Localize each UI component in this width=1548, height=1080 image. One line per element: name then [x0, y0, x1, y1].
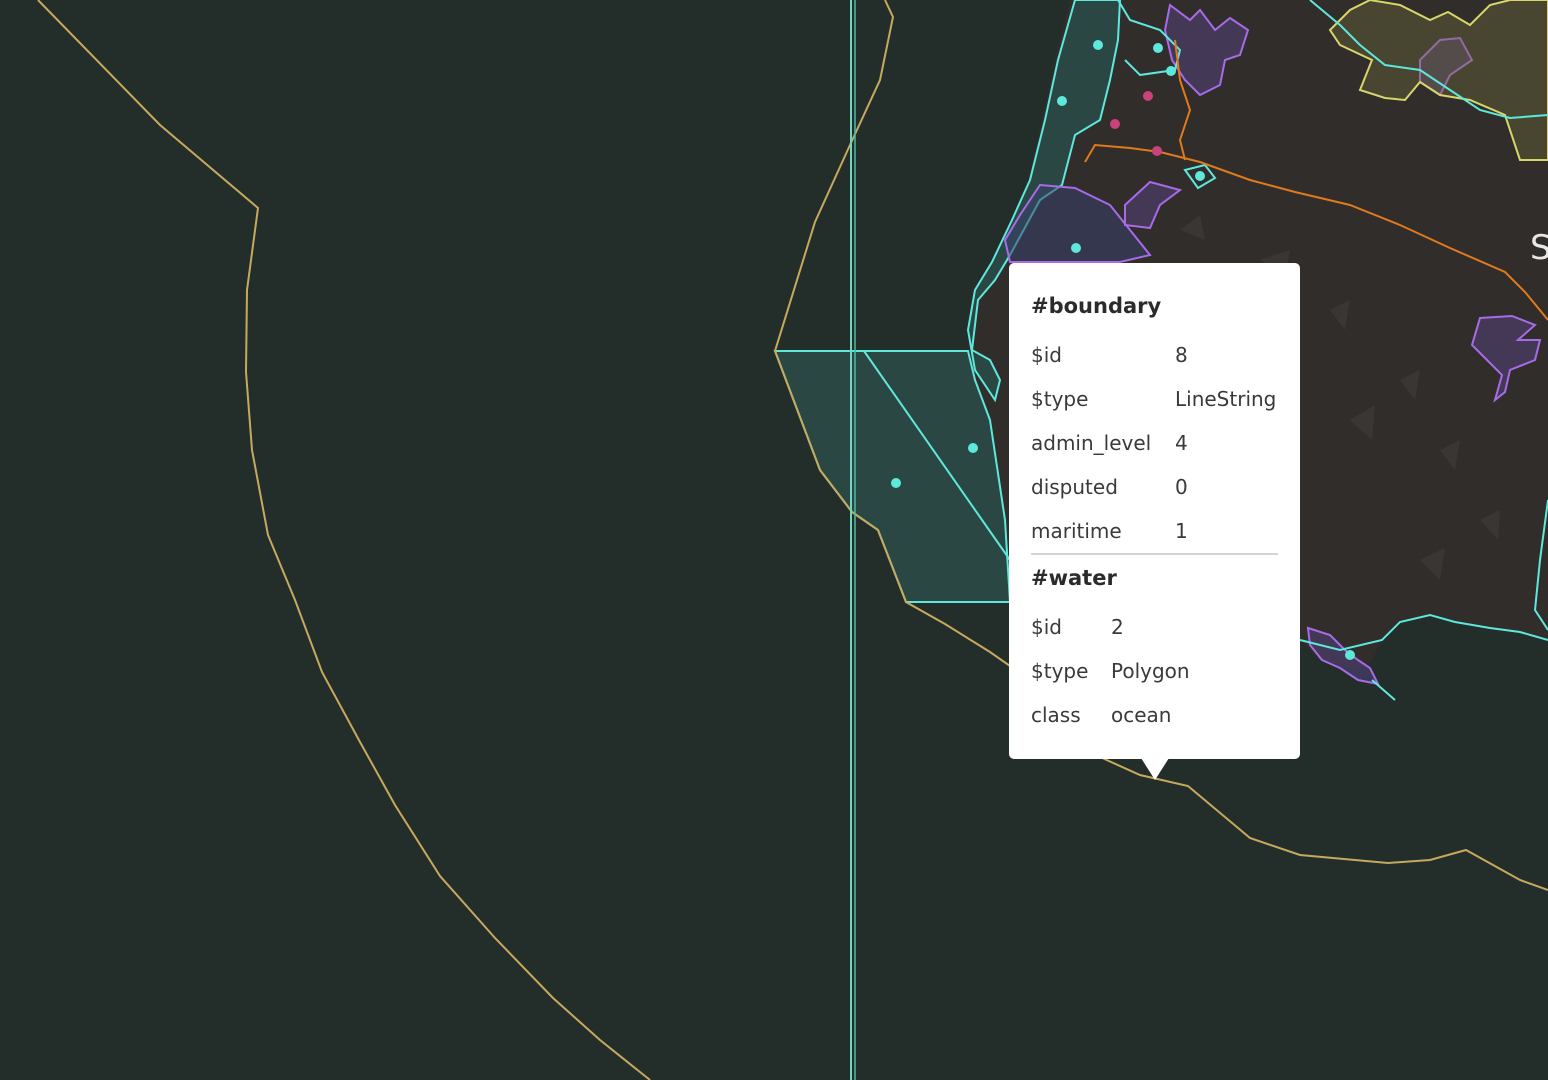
property-value: 0	[1175, 475, 1188, 499]
property-value: 8	[1175, 343, 1188, 367]
property-row: class ocean	[1031, 693, 1278, 737]
layer-section-boundary: #boundary $id 8 $type LineString admin_l…	[1031, 289, 1278, 553]
property-value: 2	[1111, 615, 1124, 639]
layer-section-water: #water $id 2 $type Polygon class ocean	[1031, 561, 1278, 737]
property-key: class	[1031, 703, 1081, 727]
property-key: $id	[1031, 343, 1062, 367]
property-value: ocean	[1111, 703, 1172, 727]
popup-tip	[1141, 758, 1169, 780]
property-key: $type	[1031, 659, 1089, 683]
layer-title: #boundary	[1031, 294, 1162, 318]
water-polygon-offshore	[773, 350, 1012, 603]
feature-info-popup: #boundary $id 8 $type LineString admin_l…	[1009, 263, 1300, 759]
property-row: $id 2	[1031, 605, 1278, 649]
property-value: Polygon	[1111, 659, 1190, 683]
property-row: admin_level 4	[1031, 421, 1278, 465]
layer-title: #water	[1031, 566, 1117, 590]
property-row: disputed 0	[1031, 465, 1278, 509]
property-key: admin_level	[1031, 431, 1152, 455]
map-canvas[interactable]	[0, 0, 1548, 1080]
property-row: $type LineString	[1031, 377, 1278, 421]
property-row: maritime 1	[1031, 509, 1278, 553]
property-row: $type Polygon	[1031, 649, 1278, 693]
layer-divider	[1031, 553, 1278, 555]
property-row: $id 8	[1031, 333, 1278, 377]
property-key: disputed	[1031, 475, 1118, 499]
property-value: 1	[1175, 519, 1188, 543]
property-key: $id	[1031, 615, 1062, 639]
maritime-boundary-outer	[37, 0, 651, 1080]
property-key: maritime	[1031, 519, 1122, 543]
property-value: LineString	[1175, 387, 1277, 411]
property-key: $type	[1031, 387, 1089, 411]
property-value: 4	[1175, 431, 1188, 455]
place-label: S	[1530, 228, 1548, 268]
